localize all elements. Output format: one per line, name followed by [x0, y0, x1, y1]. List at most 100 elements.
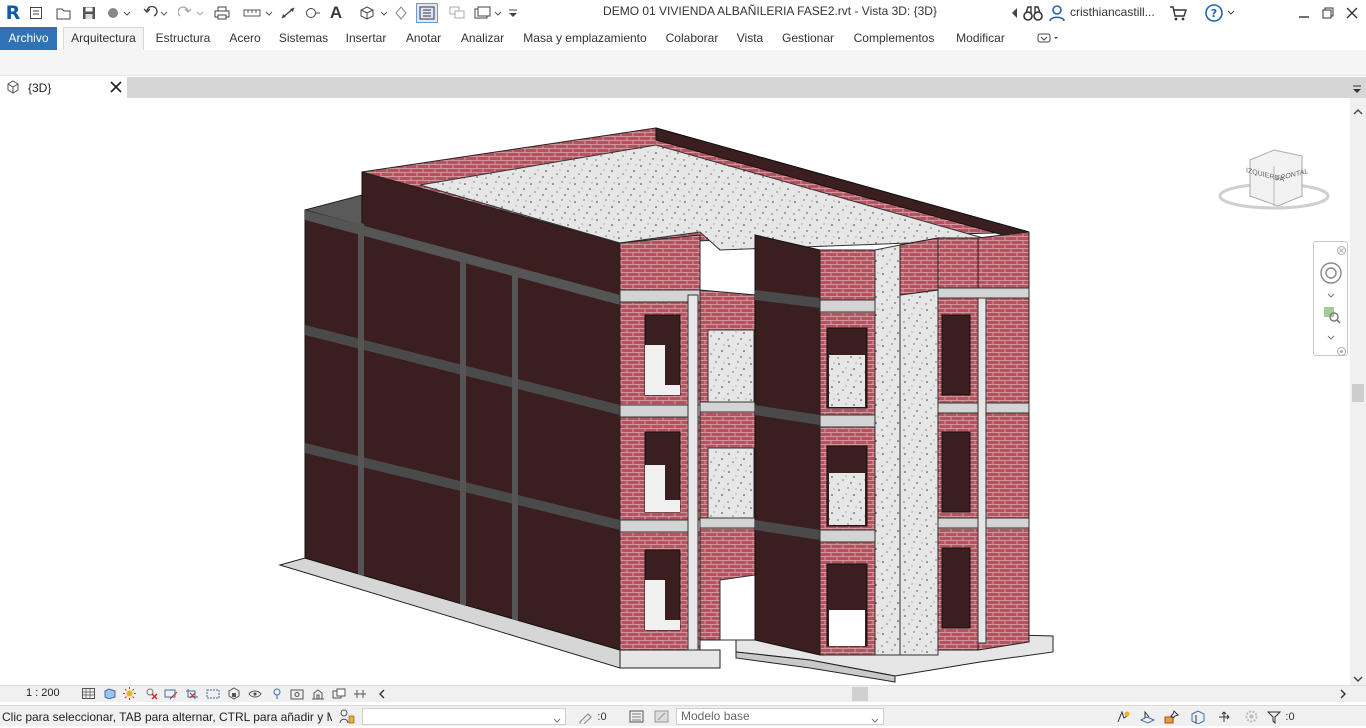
- steering-wheel-icon[interactable]: [1320, 262, 1342, 287]
- tab-modificar[interactable]: Modificar: [950, 27, 1011, 50]
- tab-archivo[interactable]: Archivo: [0, 27, 57, 50]
- tab-arquitectura[interactable]: Arquitectura: [63, 27, 144, 50]
- viewcube[interactable]: IZQUIERDA FRONTAL: [1218, 148, 1330, 214]
- reveal-hidden-icon[interactable]: [270, 687, 284, 700]
- text-icon[interactable]: A: [327, 3, 345, 23]
- drag-elements-icon[interactable]: [1214, 709, 1234, 724]
- ribbon-tabs: Archivo Arquitectura Estructura Acero Si…: [0, 27, 1366, 50]
- scroll-up-icon[interactable]: [1353, 104, 1363, 118]
- help-glyph: ?: [1211, 7, 1217, 20]
- cart-icon[interactable]: [1168, 3, 1188, 23]
- building-3d-model: [278, 127, 1054, 683]
- show-analytical-model-icon[interactable]: [311, 687, 325, 700]
- revit-logo[interactable]: R: [4, 2, 22, 24]
- close-tab-icon[interactable]: [110, 81, 122, 96]
- undo-icon[interactable]: [140, 3, 170, 23]
- main-model-value: Modelo base: [681, 709, 750, 723]
- tab-gestionar[interactable]: Gestionar: [777, 27, 839, 50]
- 3d-view-icon: [6, 80, 20, 97]
- tab-complementos[interactable]: Complementos: [848, 27, 940, 50]
- ribbon-toggle-icon: [1037, 33, 1058, 43]
- close-window-icon[interactable]: [1342, 3, 1362, 23]
- measure-icon[interactable]: [242, 3, 274, 23]
- select-pinned-icon[interactable]: [1162, 709, 1180, 724]
- horizontal-scroll-right-icon[interactable]: [1336, 687, 1350, 700]
- chevron-left-icon[interactable]: [1008, 3, 1020, 23]
- vertical-scrollbar[interactable]: [1350, 98, 1366, 685]
- tab-vista[interactable]: Vista: [733, 27, 767, 50]
- sync-icon[interactable]: [104, 3, 132, 23]
- new-file-icon[interactable]: [28, 3, 44, 23]
- highlight-displacement-icon[interactable]: [332, 687, 346, 700]
- help-dropdown-icon[interactable]: [1226, 3, 1236, 23]
- crop-view-icon[interactable]: [185, 687, 199, 700]
- select-by-face-icon[interactable]: [1188, 709, 1206, 724]
- navbar-options-icon[interactable]: [1337, 345, 1346, 359]
- show-crop-region-icon[interactable]: [206, 687, 220, 700]
- visual-style-icon[interactable]: [102, 687, 116, 700]
- navbar-close-icon[interactable]: [1337, 244, 1346, 258]
- shadows-icon[interactable]: [144, 687, 158, 700]
- title-bar: R A DEMO 01 VIVIENDA ALBAÑILERIA FASE2.r…: [0, 0, 1366, 26]
- help-icon[interactable]: ?: [1204, 3, 1224, 23]
- switch-windows-icon[interactable]: [473, 3, 505, 23]
- tab-insertar[interactable]: Insertar: [341, 27, 391, 50]
- tab-masa-y-emplazamiento[interactable]: Masa y emplazamiento: [518, 27, 652, 50]
- user-account-name[interactable]: cristhiancastill...: [1070, 5, 1155, 19]
- user-icon[interactable]: [1048, 3, 1066, 23]
- steering-wheel-dropdown-icon[interactable]: [1327, 288, 1335, 302]
- horizontal-scroll-thumb[interactable]: [852, 687, 868, 701]
- horizontal-scroll-left-icon[interactable]: [374, 687, 388, 700]
- vertical-scroll-thumb[interactable]: [1352, 384, 1364, 402]
- workset-combo[interactable]: [362, 708, 566, 725]
- window-title: DEMO 01 VIVIENDA ALBAÑILERIA FASE2.rvt -…: [603, 4, 937, 18]
- tab-colaborar[interactable]: Colaborar: [661, 27, 723, 50]
- reveal-constraints-icon[interactable]: [353, 687, 367, 700]
- open-folder-icon[interactable]: [55, 3, 73, 23]
- main-model-combo[interactable]: Modelo base: [676, 708, 884, 725]
- select-underlay-icon[interactable]: [1138, 709, 1156, 724]
- zoom-region-icon[interactable]: [1323, 306, 1341, 327]
- unlocked-3d-view-icon[interactable]: [227, 687, 241, 700]
- save-icon[interactable]: [80, 3, 98, 23]
- print-icon[interactable]: [212, 3, 232, 23]
- customize-toolbar-icon[interactable]: [506, 3, 520, 23]
- thin-lines-icon[interactable]: [416, 3, 438, 23]
- close-hidden-windows-icon[interactable]: [448, 3, 468, 23]
- tab-acero[interactable]: Acero: [224, 27, 266, 50]
- ribbon-minimize-toggle[interactable]: [1033, 27, 1063, 50]
- worksharing-icon[interactable]: [338, 709, 356, 724]
- aligned-dimension-icon[interactable]: [279, 3, 297, 23]
- view-scale[interactable]: 1 : 200: [26, 687, 60, 699]
- restore-icon[interactable]: [1318, 3, 1338, 23]
- rendering-dialog-icon[interactable]: [164, 687, 178, 700]
- temporary-hide-icon[interactable]: [248, 687, 262, 700]
- scroll-down-icon[interactable]: [1353, 672, 1363, 686]
- zoom-dropdown-icon[interactable]: [1327, 330, 1335, 344]
- temporary-view-properties-icon[interactable]: [290, 687, 304, 700]
- tab-sistemas[interactable]: Sistemas: [276, 27, 331, 50]
- redo-icon[interactable]: [176, 3, 206, 23]
- tab-anotar[interactable]: Anotar: [400, 27, 447, 50]
- sun-path-icon[interactable]: [122, 687, 136, 700]
- detail-level-icon[interactable]: [81, 687, 95, 700]
- background-processes-icon[interactable]: [1242, 709, 1260, 724]
- view-tab-bar: {3D}: [0, 77, 1366, 98]
- tab-estructura[interactable]: Estructura: [152, 27, 214, 50]
- tag-icon[interactable]: [304, 3, 322, 23]
- drawing-area-3d[interactable]: IZQUIERDA FRONTAL: [0, 98, 1350, 685]
- view-control-bar: 1 : 200: [0, 685, 1366, 702]
- section-icon[interactable]: [393, 3, 409, 23]
- binoculars-icon[interactable]: [1022, 3, 1044, 23]
- tab-analizar[interactable]: Analizar: [456, 27, 509, 50]
- view-tab-3d[interactable]: {3D}: [0, 77, 127, 98]
- tab-list-dropdown-icon[interactable]: [1352, 83, 1362, 97]
- design-options-icon[interactable]: [627, 709, 645, 724]
- minimize-icon[interactable]: [1294, 3, 1314, 23]
- filter-count: :0: [1285, 710, 1295, 723]
- exclude-options-icon[interactable]: [652, 709, 670, 724]
- navigation-bar: [1313, 241, 1348, 356]
- status-bar: Clic para seleccionar, TAB para alternar…: [0, 705, 1366, 726]
- select-links-icon[interactable]: [1114, 709, 1132, 724]
- default-3d-view-icon[interactable]: [358, 3, 388, 23]
